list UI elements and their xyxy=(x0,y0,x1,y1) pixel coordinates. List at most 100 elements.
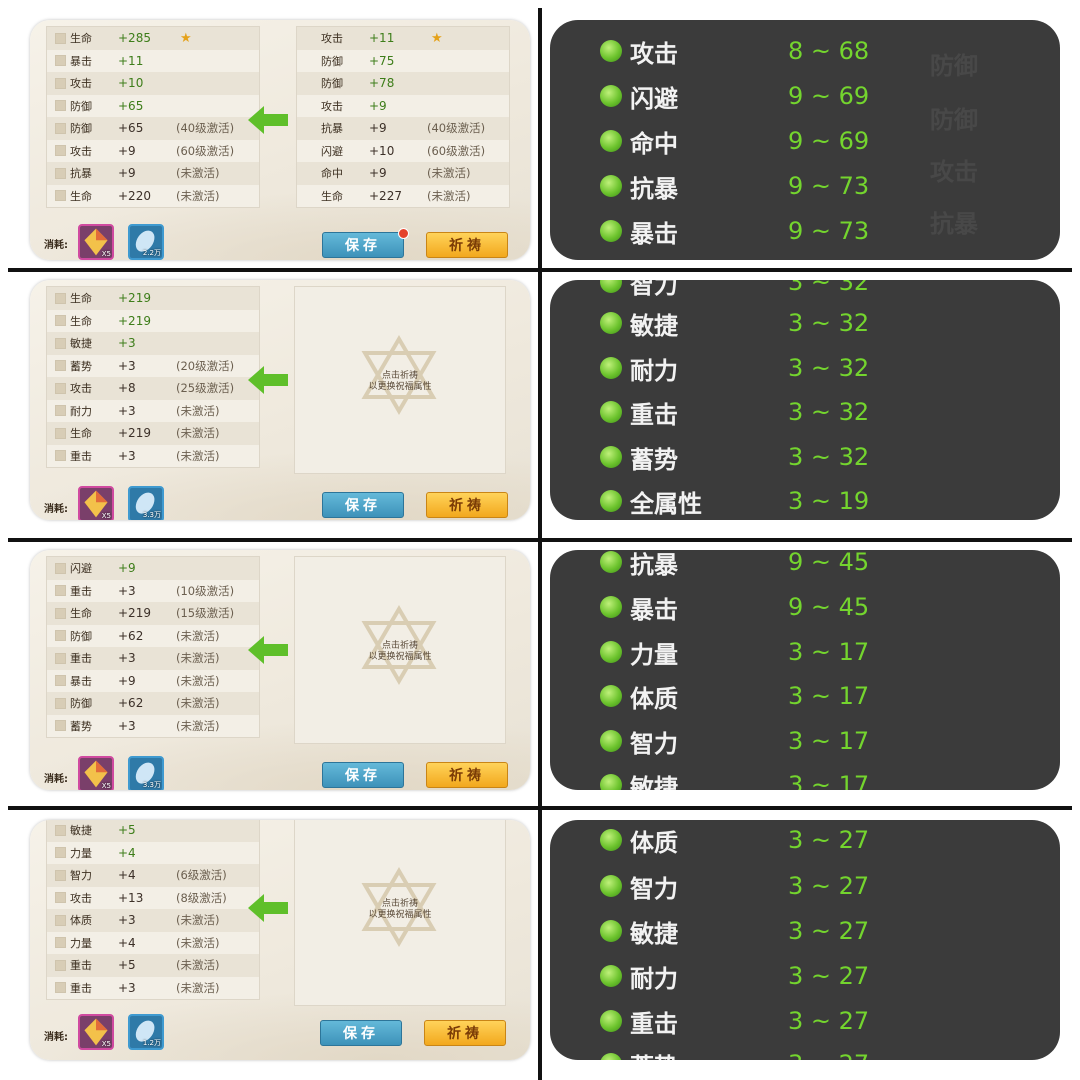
lock-checkbox[interactable] xyxy=(55,315,66,327)
lock-checkbox[interactable] xyxy=(55,892,66,904)
lock-checkbox[interactable] xyxy=(55,122,66,134)
lock-checkbox[interactable] xyxy=(55,450,66,462)
attribute-row[interactable]: 生命 +219 (15级激活) xyxy=(47,602,259,625)
lock-checkbox[interactable] xyxy=(55,100,66,112)
lock-checkbox[interactable] xyxy=(55,360,66,372)
lock-checkbox[interactable] xyxy=(55,607,66,619)
range-row: 敏捷 3 ~ 32 xyxy=(600,301,869,345)
attribute-row[interactable]: 重击 +3 (未激活) xyxy=(47,647,259,670)
attribute-row[interactable]: 攻击 +13 (8级激活) xyxy=(47,887,259,910)
lock-checkbox[interactable] xyxy=(55,937,66,949)
lock-checkbox[interactable] xyxy=(55,55,66,67)
blessing-panel-4: 敏捷 +5 力量 +4 智力 +4 (6级激活) 攻击 +13 (8级激活) 体质 +3 (未激… xyxy=(30,820,530,1060)
lock-checkbox[interactable] xyxy=(55,405,66,417)
gem-item-icon[interactable]: X5 xyxy=(78,486,114,520)
save-button[interactable]: 保存 xyxy=(320,1020,402,1046)
lock-checkbox[interactable] xyxy=(55,824,66,836)
attribute-row[interactable]: 生命 +219 xyxy=(47,287,259,310)
attribute-row[interactable]: 智力 +4 (6级激活) xyxy=(47,864,259,887)
lock-checkbox[interactable] xyxy=(55,982,66,994)
attribute-row[interactable]: 体质 +3 (未激活) xyxy=(47,909,259,932)
lock-checkbox[interactable] xyxy=(55,167,66,179)
leaf-item-icon[interactable]: 2.2万 xyxy=(128,224,164,260)
lock-checkbox[interactable] xyxy=(55,77,66,89)
pray-hint-1: 点击祈祷 xyxy=(381,899,418,909)
pray-button[interactable]: 祈祷 xyxy=(426,762,508,788)
save-button[interactable]: 保存 xyxy=(322,232,404,258)
attribute-row: 生命 +227 (未激活) xyxy=(321,188,471,203)
attribute-row[interactable]: 敏捷 +5 xyxy=(47,820,259,842)
lock-checkbox[interactable] xyxy=(55,337,66,349)
attribute-row[interactable]: 攻击 +9 (60级激活) xyxy=(47,140,259,163)
notification-dot xyxy=(398,228,409,239)
lock-checkbox[interactable] xyxy=(55,292,66,304)
pray-result-box[interactable]: 点击祈祷 以更换祝福属性 xyxy=(294,286,506,474)
lock-checkbox[interactable] xyxy=(55,959,66,971)
lock-checkbox[interactable] xyxy=(55,697,66,709)
leaf-item-icon[interactable]: 3.3万 xyxy=(128,486,164,520)
green-dot-icon xyxy=(600,1053,622,1060)
attribute-row[interactable]: 耐力 +3 (未激活) xyxy=(47,400,259,423)
attribute-row[interactable]: 攻击 +10 xyxy=(47,72,259,95)
lock-checkbox[interactable] xyxy=(55,720,66,732)
attribute-row[interactable]: 重击 +3 (未激活) xyxy=(47,977,259,1000)
lock-checkbox[interactable] xyxy=(55,847,66,859)
pray-button[interactable]: 祈祷 xyxy=(424,1020,506,1046)
save-button[interactable]: 保存 xyxy=(322,492,404,518)
save-button[interactable]: 保存 xyxy=(322,762,404,788)
leaf-item-icon[interactable]: 3.3万 xyxy=(128,756,164,790)
lock-checkbox[interactable] xyxy=(55,32,66,44)
attribute-row[interactable]: 重击 +5 (未激活) xyxy=(47,954,259,977)
attribute-row[interactable]: 生命 +220 (未激活) xyxy=(47,185,259,208)
attribute-row[interactable]: 防御 +62 (未激活) xyxy=(47,692,259,715)
pray-hint-1: 点击祈祷 xyxy=(381,371,418,381)
lock-checkbox[interactable] xyxy=(55,145,66,157)
attribute-row[interactable]: 生命 +219 xyxy=(47,310,259,333)
attribute-row[interactable]: 闪避 +9 xyxy=(47,557,259,580)
attribute-row[interactable]: 重击 +3 (10级激活) xyxy=(47,580,259,603)
attribute-row[interactable]: 抗暴 +9 (未激活) xyxy=(47,162,259,185)
lock-checkbox[interactable] xyxy=(55,630,66,642)
attribute-row[interactable]: 攻击 +8 (25级激活) xyxy=(47,377,259,400)
lock-checkbox[interactable] xyxy=(55,675,66,687)
attribute-row[interactable]: 力量 +4 xyxy=(47,842,259,865)
attribute-row[interactable]: 暴击 +9 (未激活) xyxy=(47,670,259,693)
pray-button[interactable]: 祈祷 xyxy=(426,232,508,258)
attribute-row[interactable]: 防御 +62 (未激活) xyxy=(47,625,259,648)
lock-checkbox[interactable] xyxy=(55,585,66,597)
attribute-row[interactable]: 生命 +219 (未激活) xyxy=(47,422,259,445)
green-dot-icon xyxy=(600,685,622,707)
attribute-row[interactable]: 防御 +65 xyxy=(47,95,259,118)
lock-checkbox[interactable] xyxy=(55,914,66,926)
range-row: 蓄势 3 ~ 32 xyxy=(600,435,869,479)
attribute-row[interactable]: 敏捷 +3 xyxy=(47,332,259,355)
leaf-item-icon[interactable]: 1.2万 xyxy=(128,1014,164,1050)
gem-item-icon[interactable]: X5 xyxy=(78,756,114,790)
lock-checkbox[interactable] xyxy=(55,652,66,664)
gem-item-icon[interactable]: X5 xyxy=(78,224,114,260)
green-dot-icon xyxy=(600,130,622,152)
attribute-row[interactable]: 防御 +65 (40级激活) xyxy=(47,117,259,140)
green-dot-icon xyxy=(600,641,622,663)
attribute-row[interactable]: 力量 +4 (未激活) xyxy=(47,932,259,955)
pray-result-box[interactable]: 点击祈祷 以更换祝福属性 xyxy=(294,820,506,1006)
pray-button[interactable]: 祈祷 xyxy=(426,492,508,518)
range-row: 体质 3 ~ 17 xyxy=(600,674,869,718)
range-row: 力量 3 ~ 17 xyxy=(600,630,869,674)
attribute-row[interactable]: 重击 +3 (未激活) xyxy=(47,445,259,468)
lock-checkbox[interactable] xyxy=(55,190,66,202)
lock-checkbox[interactable] xyxy=(55,869,66,881)
pray-result-box[interactable]: 点击祈祷 以更换祝福属性 xyxy=(294,556,506,744)
attribute-row[interactable]: 蓄势 +3 (未激活) xyxy=(47,715,259,738)
lock-checkbox[interactable] xyxy=(55,562,66,574)
attribute-row[interactable]: 暴击 +11 xyxy=(47,50,259,73)
current-attributes-list: 生命 +285 ★ 暴击 +11 攻击 +10 防御 +65 防御 +65 (40级激活) 攻… xyxy=(46,26,260,208)
lock-checkbox[interactable] xyxy=(55,382,66,394)
gem-item-icon[interactable]: X5 xyxy=(78,1014,114,1050)
lock-checkbox[interactable] xyxy=(55,427,66,439)
green-dot-icon xyxy=(600,175,622,197)
attribute-row[interactable]: 生命 +285 ★ xyxy=(47,27,259,50)
green-dot-icon xyxy=(600,730,622,752)
attribute-row[interactable]: 蓄势 +3 (20级激活) xyxy=(47,355,259,378)
attribute-row: 闪避 +10 (60级激活) xyxy=(321,143,486,158)
